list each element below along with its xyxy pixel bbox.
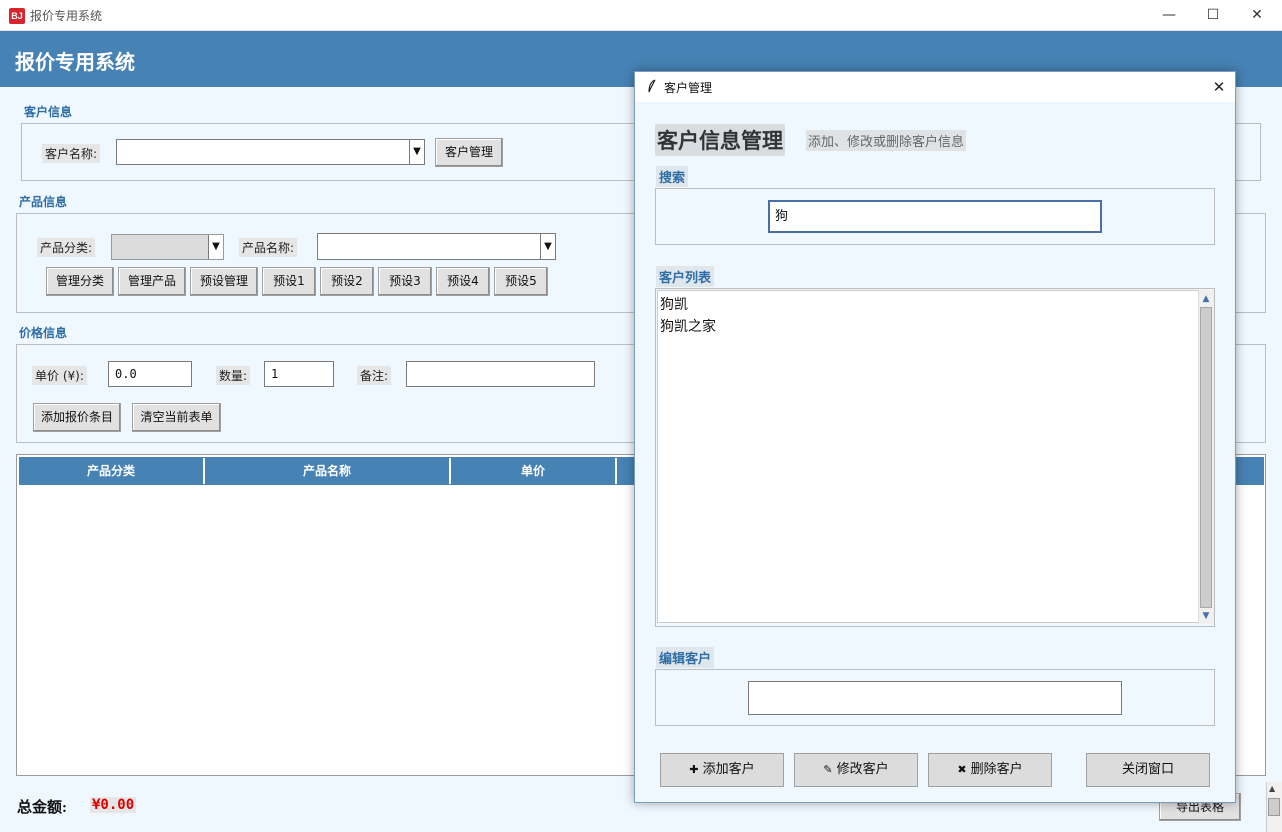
scroll-down-icon[interactable]: ▼ <box>1199 609 1213 623</box>
modify-customer-button[interactable]: ✎ 修改客户 <box>794 753 918 787</box>
customer-management-dialog: 客户管理 ✕ 客户信息管理 添加、修改或删除客户信息 搜索 狗 客户列表 狗凯 … <box>634 71 1236 803</box>
customer-list-label: 客户列表 <box>656 266 715 287</box>
preset-1-button[interactable]: 预设1 <box>262 267 316 296</box>
close-window-button[interactable]: ✕ <box>1234 0 1280 31</box>
customer-list-item[interactable]: 狗凯 <box>660 294 688 314</box>
product-category-label: 产品分类: <box>37 238 96 257</box>
minimize-icon: — <box>1162 7 1176 23</box>
preset-3-button[interactable]: 预设3 <box>378 267 432 296</box>
edit-customer-input[interactable] <box>748 681 1122 715</box>
delete-customer-label: 删除客户 <box>970 762 1023 777</box>
maximize-button[interactable]: ☐ <box>1190 0 1236 31</box>
manage-category-button[interactable]: 管理分类 <box>46 267 114 296</box>
note-input[interactable] <box>406 361 595 387</box>
dialog-title: 客户管理 <box>664 81 713 95</box>
plus-icon: ✚ <box>689 763 699 776</box>
modify-customer-label: 修改客户 <box>836 762 889 777</box>
main-scroll-up-icon[interactable]: ▲ <box>1269 784 1275 793</box>
customer-name-combobox[interactable] <box>116 139 425 165</box>
minimize-button[interactable]: — <box>1146 0 1192 31</box>
customer-name-label: 客户名称: <box>42 144 101 163</box>
customer-manage-button[interactable]: 客户管理 <box>435 138 503 167</box>
manage-product-button[interactable]: 管理产品 <box>118 267 186 296</box>
product-category-dropdown-icon[interactable]: ▼ <box>208 235 223 259</box>
product-name-combobox[interactable] <box>317 233 556 260</box>
search-input[interactable]: 狗 <box>768 200 1102 233</box>
customer-combo-dropdown-icon[interactable]: ▼ <box>409 140 424 164</box>
add-customer-button[interactable]: ✚ 添加客户 <box>660 753 784 787</box>
table-header-unit-price[interactable]: 单价 <box>451 458 617 484</box>
edit-customer-label: 编辑客户 <box>656 647 715 668</box>
customer-listbox[interactable] <box>657 290 1199 623</box>
app-logo-icon: BJ <box>9 8 25 24</box>
unit-price-label: 单价 (¥): <box>32 366 87 385</box>
preset-2-button[interactable]: 预设2 <box>320 267 374 296</box>
total-amount: ¥0.00 <box>90 797 137 813</box>
preset-4-button[interactable]: 预设4 <box>436 267 490 296</box>
main-scrollbar-thumb[interactable] <box>1268 798 1280 816</box>
customer-list-item[interactable]: 狗凯之家 <box>660 316 716 336</box>
product-section-label: 产品信息 <box>19 195 68 209</box>
unit-price-input[interactable]: 0.0 <box>108 361 192 387</box>
dialog-subheading: 添加、修改或删除客户信息 <box>806 130 967 151</box>
pencil-icon: ✎ <box>823 763 833 776</box>
customer-section-label: 客户信息 <box>24 105 73 119</box>
add-quote-item-button[interactable]: 添加报价条目 <box>33 403 121 432</box>
customer-list-scrollbar-thumb[interactable] <box>1200 307 1212 608</box>
product-name-label: 产品名称: <box>239 238 298 257</box>
close-icon: ✕ <box>1212 78 1226 96</box>
delete-x-icon: ✖ <box>957 763 967 776</box>
preset-5-button[interactable]: 预设5 <box>494 267 548 296</box>
price-section-label: 价格信息 <box>19 326 68 340</box>
dialog-close-button[interactable]: ✕ <box>1201 72 1237 102</box>
search-section-label: 搜索 <box>656 166 689 187</box>
close-icon: ✕ <box>1251 7 1263 23</box>
total-label: 总金额: <box>17 800 67 816</box>
feather-icon <box>647 79 657 97</box>
window-title: 报价专用系统 <box>30 9 103 23</box>
app-header-title: 报价专用系统 <box>15 52 135 74</box>
close-dialog-button[interactable]: 关闭窗口 <box>1086 753 1210 787</box>
maximize-icon: ☐ <box>1206 7 1220 23</box>
dialog-heading: 客户信息管理 <box>655 124 785 156</box>
scroll-up-icon[interactable]: ▲ <box>1199 292 1213 306</box>
window-titlebar <box>0 0 1282 31</box>
preset-manage-button[interactable]: 预设管理 <box>190 267 258 296</box>
quantity-input[interactable]: 1 <box>264 361 334 387</box>
delete-customer-button[interactable]: ✖ 删除客户 <box>928 753 1052 787</box>
note-label: 备注: <box>357 366 392 385</box>
clear-form-button[interactable]: 清空当前表单 <box>132 403 221 432</box>
add-customer-label: 添加客户 <box>702 762 755 777</box>
product-name-dropdown-icon[interactable]: ▼ <box>540 234 555 259</box>
quantity-label: 数量: <box>216 366 251 385</box>
table-header-product-name[interactable]: 产品名称 <box>205 458 451 484</box>
table-header-category[interactable]: 产品分类 <box>19 458 205 484</box>
dialog-titlebar <box>635 72 1235 102</box>
